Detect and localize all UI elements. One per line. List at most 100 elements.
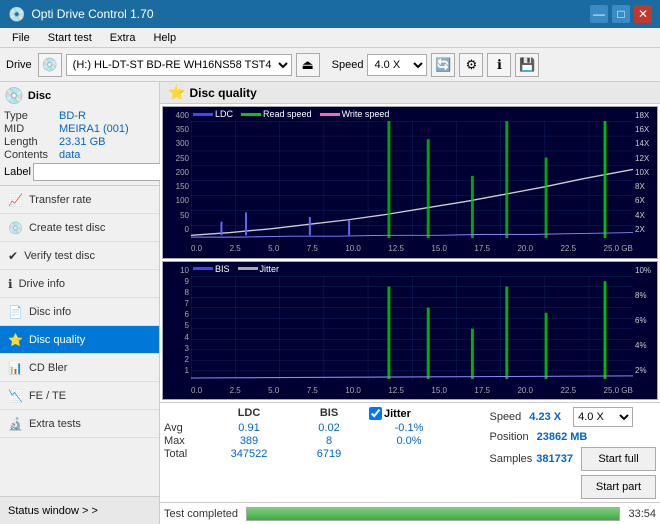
disc-panel: 💿 Disc Type BD-R MID MEIRA1 (001) Length… bbox=[0, 82, 159, 186]
main-layout: 💿 Disc Type BD-R MID MEIRA1 (001) Length… bbox=[0, 82, 660, 524]
y1-200: 200 bbox=[163, 168, 191, 177]
menu-extra[interactable]: Extra bbox=[102, 31, 144, 45]
y1-150: 150 bbox=[163, 182, 191, 191]
stats-speed-select[interactable]: 4.0 X bbox=[573, 407, 633, 427]
drive-icon-btn[interactable]: 💿 bbox=[38, 53, 62, 77]
jitter-label: Jitter bbox=[384, 408, 411, 420]
status-window-label: Status window > > bbox=[8, 505, 98, 517]
create-test-disc-icon: 💿 bbox=[8, 221, 23, 235]
jitter-checkbox[interactable] bbox=[369, 407, 382, 420]
stats-right: Speed 4.23 X 4.0 X Position 23862 MB Sam… bbox=[489, 407, 656, 498]
samples-value: 381737 bbox=[536, 453, 573, 465]
speed-stat-value: 4.23 X bbox=[529, 411, 561, 423]
disc-info-icon: 📄 bbox=[8, 305, 23, 319]
contents-label: Contents bbox=[4, 149, 59, 161]
nav-transfer-rate-label: Transfer rate bbox=[29, 194, 92, 206]
nav-drive-info[interactable]: ℹ Drive info bbox=[0, 270, 159, 298]
drive-select[interactable]: (H:) HL-DT-ST BD-RE WH16NS58 TST4 bbox=[66, 54, 292, 76]
nav-verify-test-disc[interactable]: ✔ Verify test disc bbox=[0, 242, 159, 270]
app-title: Opti Drive Control 1.70 bbox=[31, 7, 153, 21]
speed-select[interactable]: 4.0 X bbox=[367, 54, 427, 76]
minimize-button[interactable]: — bbox=[590, 5, 608, 23]
menu-file[interactable]: File bbox=[4, 31, 38, 45]
nav-disc-info[interactable]: 📄 Disc info bbox=[0, 298, 159, 326]
chart2-svg bbox=[191, 276, 633, 381]
disc-quality-icon: ⭐ bbox=[8, 333, 23, 347]
info-button[interactable]: ℹ bbox=[487, 53, 511, 77]
disc-panel-title: Disc bbox=[28, 90, 51, 102]
legend-jitter-label: Jitter bbox=[260, 264, 280, 274]
write-color bbox=[320, 113, 340, 116]
read-color bbox=[241, 113, 261, 116]
maximize-button[interactable]: □ bbox=[612, 5, 630, 23]
legend-jitter: Jitter bbox=[238, 264, 280, 274]
disc-label-label: Label bbox=[4, 166, 31, 178]
cd-bler-icon: 📊 bbox=[8, 361, 23, 375]
chart2-x-axis: 0.0 2.5 5.0 7.5 10.0 12.5 15.0 17.5 20.0… bbox=[191, 381, 633, 399]
toolbar: Drive 💿 (H:) HL-DT-ST BD-RE WH16NS58 TST… bbox=[0, 48, 660, 82]
nav-transfer-rate[interactable]: 📈 Transfer rate bbox=[0, 186, 159, 214]
chart1-x-axis: 0.0 2.5 5.0 7.5 10.0 12.5 15.0 17.5 20.0… bbox=[191, 240, 633, 258]
type-value: BD-R bbox=[59, 110, 155, 122]
nav-extra-tests[interactable]: 🔬 Extra tests bbox=[0, 410, 159, 438]
yr1-8x: 8X bbox=[633, 182, 657, 191]
nav-fe-te-label: FE / TE bbox=[29, 390, 66, 402]
refresh-button[interactable]: 🔄 bbox=[431, 53, 455, 77]
nav-disc-quality-label: Disc quality bbox=[29, 334, 85, 346]
total-ldc: 347522 bbox=[209, 448, 289, 460]
disc-quality-header-icon: ⭐ bbox=[168, 84, 185, 101]
samples-label: Samples bbox=[489, 453, 532, 465]
disc-label-input[interactable] bbox=[33, 163, 171, 181]
position-value: 23862 MB bbox=[537, 431, 588, 443]
length-label: Length bbox=[4, 136, 59, 148]
main-content: ⭐ Disc quality LDC Read speed bbox=[160, 82, 660, 524]
save-button[interactable]: 💾 bbox=[515, 53, 539, 77]
type-label: Type bbox=[4, 110, 59, 122]
stats-area: LDC BIS Jitter Avg 0.91 0.02 -0.1% Max bbox=[160, 402, 660, 502]
menu-help[interactable]: Help bbox=[145, 31, 184, 45]
bis-chart: BIS Jitter 10 9 8 7 6 5 4 3 bbox=[162, 261, 658, 400]
chart1-y-right: 18X 16X 14X 12X 10X 8X 6X 4X 2X bbox=[633, 107, 657, 238]
yr1-14x: 14X bbox=[633, 139, 657, 148]
yr1-16x: 16X bbox=[633, 125, 657, 134]
position-label: Position bbox=[489, 431, 528, 443]
avg-bis: 0.02 bbox=[289, 422, 369, 434]
drive-info-icon: ℹ bbox=[8, 277, 13, 291]
time-text: 33:54 bbox=[628, 508, 656, 520]
yr1-10x: 10X bbox=[633, 168, 657, 177]
menu-bar: File Start test Extra Help bbox=[0, 28, 660, 48]
speed-row: Speed 4.23 X 4.0 X bbox=[489, 407, 656, 427]
start-part-button[interactable]: Start part bbox=[581, 475, 656, 499]
total-jitter bbox=[369, 448, 449, 460]
settings-button[interactable]: ⚙ bbox=[459, 53, 483, 77]
nav-fe-te[interactable]: 📉 FE / TE bbox=[0, 382, 159, 410]
stats-row-avg: Avg 0.91 0.02 -0.1% bbox=[164, 422, 481, 434]
mid-label: MID bbox=[4, 123, 59, 135]
contents-value: data bbox=[59, 149, 155, 161]
nav-cd-bler[interactable]: 📊 CD Bler bbox=[0, 354, 159, 382]
nav-cd-bler-label: CD Bler bbox=[29, 362, 68, 374]
max-jitter: 0.0% bbox=[369, 435, 449, 447]
stats-row-max: Max 389 8 0.0% bbox=[164, 435, 481, 447]
title-bar: 💿 Opti Drive Control 1.70 — □ ✕ bbox=[0, 0, 660, 28]
chart1-y-left: 400 350 300 250 200 150 100 50 0 bbox=[163, 107, 191, 238]
eject-button[interactable]: ⏏ bbox=[296, 53, 320, 77]
y1-300: 300 bbox=[163, 139, 191, 148]
extra-tests-icon: 🔬 bbox=[8, 417, 23, 431]
yr1-2x: 2X bbox=[633, 225, 657, 234]
app-icon: 💿 bbox=[8, 6, 25, 23]
yr1-18x: 18X bbox=[633, 111, 657, 120]
close-button[interactable]: ✕ bbox=[634, 5, 652, 23]
stats-col-bis: BIS bbox=[289, 407, 369, 420]
total-bis: 6719 bbox=[289, 448, 369, 460]
menu-start-test[interactable]: Start test bbox=[40, 31, 100, 45]
drive-label: Drive bbox=[6, 59, 32, 71]
stats-table: LDC BIS Jitter Avg 0.91 0.02 -0.1% Max bbox=[164, 407, 481, 498]
nav-create-test-disc[interactable]: 💿 Create test disc bbox=[0, 214, 159, 242]
status-window-btn[interactable]: Status window > > bbox=[0, 496, 159, 524]
nav-disc-quality[interactable]: ⭐ Disc quality bbox=[0, 326, 159, 354]
start-full-button[interactable]: Start full bbox=[581, 447, 656, 471]
y1-50: 50 bbox=[163, 211, 191, 220]
chart1-legend: LDC Read speed Write speed bbox=[193, 109, 389, 119]
stats-col-ldc: LDC bbox=[209, 407, 289, 420]
